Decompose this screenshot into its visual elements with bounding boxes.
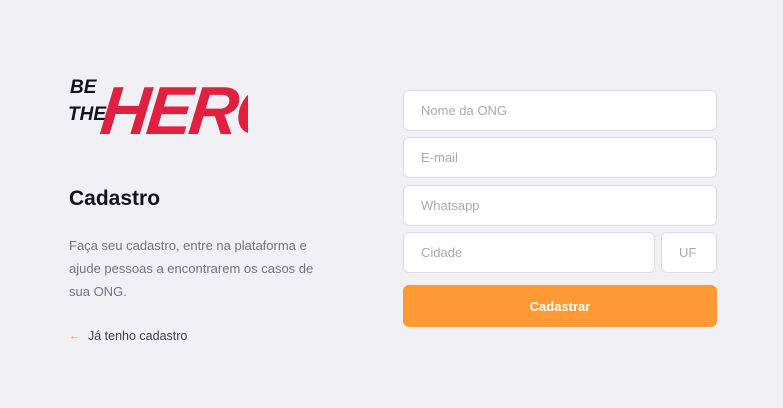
svg-text:HERO: HERO <box>97 73 248 142</box>
page-description: Faça seu cadastro, entre na plataforma e… <box>69 238 314 299</box>
back-to-login-link[interactable]: ← Já tenho cadastro <box>69 329 187 343</box>
uf-input[interactable] <box>661 232 717 273</box>
back-link-label: Já tenho cadastro <box>88 329 188 343</box>
ong-name-input[interactable] <box>403 90 717 131</box>
be-the-hero-logo: BE THE HERO <box>68 73 248 142</box>
city-input[interactable] <box>403 232 655 273</box>
register-page: BE THE HERO Cadastro Faça seu cadastro, … <box>0 0 783 408</box>
email-input[interactable] <box>403 137 717 178</box>
svg-text:BE: BE <box>70 77 98 98</box>
whatsapp-input[interactable] <box>403 185 717 226</box>
logo-mark: BE THE HERO <box>68 73 248 142</box>
register-button[interactable]: Cadastrar <box>403 285 717 327</box>
page-title: Cadastro <box>69 187 161 210</box>
arrow-left-icon: ← <box>69 329 80 342</box>
